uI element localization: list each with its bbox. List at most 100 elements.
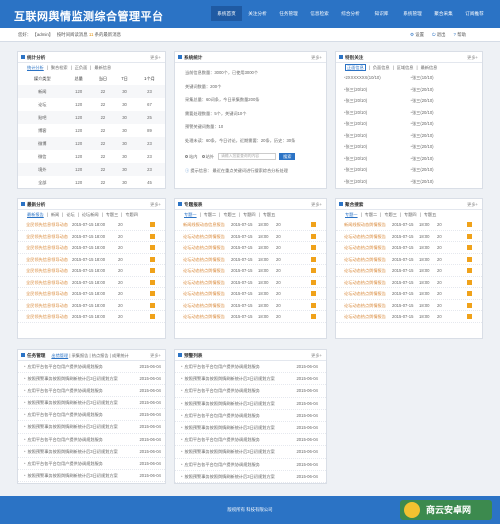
list-cell[interactable]: 张三(20/10) (345, 84, 410, 96)
action-icon[interactable] (311, 245, 316, 250)
list-cell[interactable]: 张三(20/10) (412, 84, 477, 96)
list-cell[interactable]: 张三(20/10) (412, 176, 477, 188)
list-item[interactable]: 论坛动态热点舆情报告 2015-07-15 18:00 20 (175, 311, 326, 323)
action-icon[interactable] (150, 245, 155, 250)
list-cell[interactable]: 张三(20/10) (412, 130, 477, 142)
list-item[interactable]: • 应用平台各平台包用户提供协调规划服务 2015-06-04 (175, 434, 326, 447)
tab[interactable]: 正负面 (75, 65, 88, 70)
list-item[interactable]: • 应用平台各平台包用户提供协调规划服务 2015-06-04 (175, 361, 326, 374)
item-title[interactable]: 新闻线报动态信息报告 (183, 219, 231, 230)
nav-item[interactable]: 系统首页 (211, 6, 242, 21)
tab[interactable]: 论坛 (66, 212, 74, 217)
action-icon[interactable] (150, 302, 155, 308)
list-item[interactable]: 论坛动态热点舆情报告 2015-07-15 18:00 20 (175, 288, 326, 300)
gather-more-link[interactable]: 更多+ (467, 199, 478, 210)
tab[interactable]: 采集报告 (72, 353, 89, 358)
action-icon[interactable] (467, 268, 472, 273)
item-title[interactable]: 全民领先信息领导动态 (26, 311, 72, 322)
special-more-link[interactable]: 更多+ (467, 52, 478, 63)
tab[interactable]: 专题三 (106, 212, 119, 217)
list-item[interactable]: • 应用平台各平台包用户提供协调规划服务 2015-06-04 (18, 361, 165, 373)
tab[interactable]: 正面信息 (345, 64, 366, 71)
list-cell[interactable]: 张三(20/10) (412, 107, 477, 119)
item-title[interactable]: 应用平台各平台包用户提供协调规划服务 (27, 458, 139, 469)
item-title[interactable]: 论坛动态热点舆情报告 (183, 288, 231, 299)
item-title[interactable]: 论坛动态热点舆情报告 (183, 277, 231, 288)
item-title[interactable]: 论坛动态热点舆情报告 (344, 265, 392, 276)
list-item[interactable]: • 按照预警事务按照舆情刷新统计后3日初规划方案 2015-06-04 (18, 470, 165, 483)
list-item[interactable]: 论坛动态热点舆情报告 2015-07-15 18:00 20 (336, 254, 482, 265)
item-title[interactable]: 论坛动态热点舆情报告 (344, 254, 392, 265)
tab[interactable]: 最新信息 (94, 65, 111, 70)
action-icon[interactable] (467, 222, 472, 227)
list-item[interactable]: 全民领先信息领导动态 2015-07-15 18:00 20 (18, 242, 165, 254)
nav-item[interactable]: 订阅推荐 (459, 6, 490, 21)
nav-item[interactable]: 关注分析 (242, 6, 273, 21)
item-title[interactable]: 按照预警事务按照舆情刷新统计后3日初规划方案 (184, 398, 296, 409)
action-icon[interactable] (311, 222, 316, 227)
system-more-link[interactable]: 更多+ (311, 52, 322, 63)
item-title[interactable]: 按照预警事务按照舆情刷新统计后3日初规划方案 (184, 446, 296, 457)
list-cell[interactable]: 张三(20/10) (412, 95, 477, 107)
list-item[interactable]: 论坛动态热点舆情报告 2015-07-15 18:00 20 (175, 231, 326, 242)
item-title[interactable]: 全民领先信息领导动态 (26, 277, 72, 288)
list-cell[interactable]: 张三(20/10) (345, 164, 410, 176)
item-title[interactable]: 按照预警事务按照舆情刷新统计后3日初规划方案 (184, 373, 296, 384)
tasks-more-link[interactable]: 更多+ (150, 350, 161, 361)
list-item[interactable]: 新闻线报动态舆情报告 2015-07-15 18:00 20 (336, 219, 482, 231)
action-icon[interactable] (150, 314, 155, 319)
action-icon[interactable] (467, 314, 472, 319)
tab[interactable]: 区域信息 (397, 65, 414, 70)
tab[interactable]: 出错管理 (51, 353, 68, 358)
list-item[interactable]: 全民领先信息领导动态 2015-07-15 18:00 20 (18, 288, 165, 300)
username[interactable]: 【admin】 (32, 32, 53, 37)
item-title[interactable]: 全民领先信息领导动态 (26, 254, 72, 265)
list-item[interactable]: • 按照预警事务按照舆情刷新统计后3日初规划方案 2015-06-04 (175, 446, 326, 459)
list-cell[interactable]: 张三(20/10) (412, 141, 477, 153)
radio-onsite[interactable] (185, 155, 188, 159)
tab[interactable]: 成果统计 (112, 353, 129, 358)
item-title[interactable]: 全民领先信息领导动态 (26, 265, 72, 276)
search-input[interactable]: 请输入您要查询的内容 (218, 153, 277, 161)
list-item[interactable]: • 按照预警事务按照舆情刷新统计后3日初规划方案 2015-06-04 (175, 373, 326, 386)
action-icon[interactable] (467, 302, 472, 308)
action-icon[interactable] (311, 268, 316, 273)
topic-more-link[interactable]: 更多+ (311, 199, 322, 210)
list-item[interactable]: 论坛动态热点舆情报告 2015-07-15 18:00 20 (336, 288, 482, 300)
action-icon[interactable] (467, 256, 472, 262)
list-item[interactable]: 论坛动态热点舆情报告 2015-07-15 18:00 20 (175, 254, 326, 265)
item-title[interactable]: 论坛动态热点舆情报告 (344, 300, 392, 311)
nav-item[interactable]: 知识库 (366, 6, 397, 21)
tab[interactable]: 专题一 (345, 212, 358, 217)
item-title[interactable]: 全民领先信息领导动态 (26, 288, 72, 299)
list-item[interactable]: 全民领先信息领导动态 2015-07-15 18:00 20 (18, 265, 165, 277)
help-button[interactable]: ? 帮助 (454, 28, 466, 42)
item-title[interactable]: 按照预警事务按照舆情刷新统计后3日初规划方案 (184, 422, 296, 433)
latest-more-link[interactable]: 更多+ (150, 199, 161, 210)
item-title[interactable]: 论坛动态热点舆情报告 (344, 277, 392, 288)
warn-more-link[interactable]: 更多+ (311, 350, 322, 361)
list-item[interactable]: 论坛动态热点舆情报告 2015-07-15 18:00 20 (175, 300, 326, 311)
list-item[interactable]: • 应用平台各平台包用户提供协调规划服务 2015-06-04 (18, 385, 165, 398)
tab[interactable]: 论坛新闻 (82, 212, 99, 217)
list-cell[interactable]: 张三(20/10) (412, 164, 477, 176)
item-title[interactable]: 新闻线报动态舆情报告 (344, 219, 392, 230)
list-item[interactable]: • 按照预警事务按照舆情刷新统计后3日初规划方案 2015-06-04 (18, 446, 165, 458)
action-icon[interactable] (150, 222, 155, 227)
nav-item[interactable]: 系统管理 (397, 6, 428, 21)
action-icon[interactable] (311, 314, 316, 319)
action-icon[interactable] (150, 291, 155, 296)
item-title[interactable]: 应用平台各平台包用户提供协调规划服务 (184, 459, 296, 470)
list-item[interactable]: • 按照预警事务按照舆情刷新统计后3日初规划方案 2015-06-04 (18, 421, 165, 434)
tab[interactable]: 最新报告 (27, 212, 44, 217)
tab[interactable]: 新闻 (51, 212, 59, 217)
list-item[interactable]: 全民领先信息领导动态 2015-07-15 18:00 20 (18, 300, 165, 311)
tab[interactable]: 专题四 (125, 212, 138, 217)
action-icon[interactable] (311, 256, 316, 262)
list-item[interactable]: 论坛动态热点舆情报告 2015-07-15 18:00 20 (336, 265, 482, 277)
list-item[interactable]: • 按照预警事务按照舆情刷新统计后3日初规划方案 2015-06-04 (18, 373, 165, 385)
list-item[interactable]: 论坛动态热点舆情报告 2015-07-15 18:00 20 (336, 311, 482, 323)
tab[interactable]: 专题五 (424, 212, 437, 217)
list-item[interactable]: 全民领先信息领导动态 2015-07-15 18:00 20 (18, 219, 165, 231)
tab[interactable]: 最新信息 (421, 65, 438, 70)
